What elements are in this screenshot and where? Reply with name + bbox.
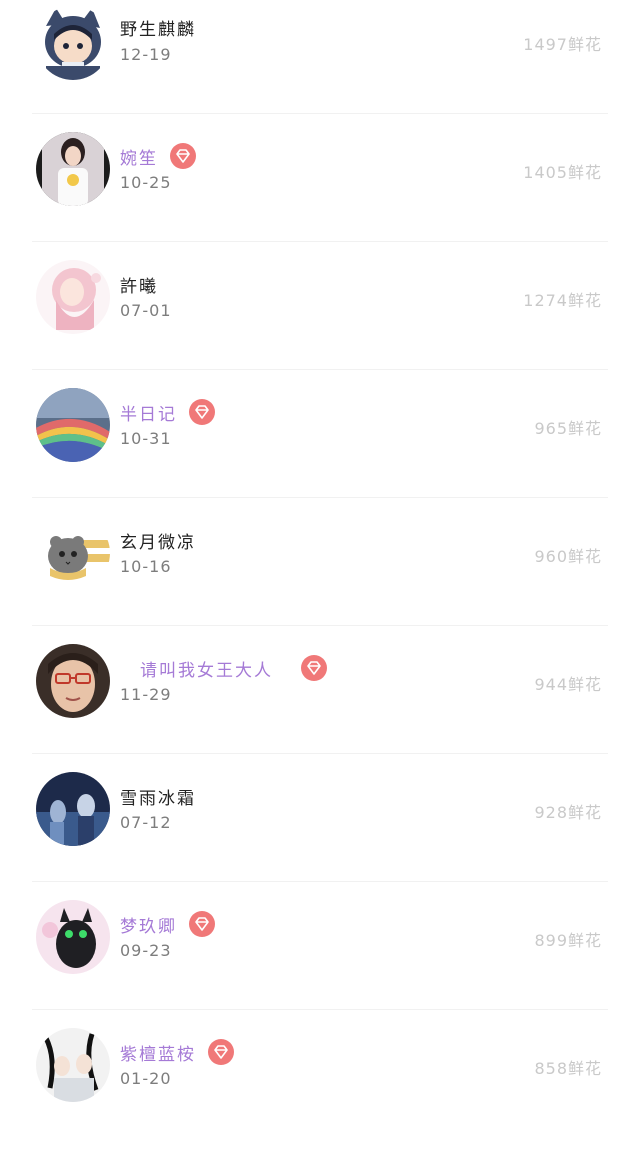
date-label: 07-12 bbox=[120, 813, 172, 832]
avatar[interactable] bbox=[36, 1028, 110, 1102]
user-name[interactable]: 玄月微凉 bbox=[120, 528, 196, 553]
flower-count: 1274鲜花 bbox=[523, 291, 602, 310]
user-name[interactable]: 紫檀蓝桉 bbox=[120, 1040, 196, 1065]
diamond-icon bbox=[189, 911, 215, 937]
date-label: 10-31 bbox=[120, 429, 172, 448]
date-label: 07-01 bbox=[120, 301, 172, 320]
divider bbox=[32, 881, 608, 882]
divider bbox=[32, 113, 608, 114]
user-name[interactable]: 許曦 bbox=[120, 272, 158, 297]
avatar[interactable] bbox=[36, 644, 110, 718]
list-item[interactable]: 玄月微凉 10-16 960鲜花 bbox=[0, 512, 640, 640]
diamond-icon bbox=[170, 143, 196, 169]
avatar[interactable] bbox=[36, 516, 110, 590]
divider bbox=[32, 1009, 608, 1010]
date-label: 09-23 bbox=[120, 941, 172, 960]
list-item[interactable]: 婉笙 10-25 1405鲜花 bbox=[0, 128, 640, 256]
divider bbox=[32, 625, 608, 626]
divider bbox=[32, 753, 608, 754]
avatar[interactable] bbox=[36, 388, 110, 462]
flower-count: 928鲜花 bbox=[534, 803, 602, 822]
list-item[interactable]: 紫檀蓝桉 01-20 858鲜花 bbox=[0, 1024, 640, 1152]
user-name[interactable]: 请叫我女王大人 bbox=[140, 656, 273, 681]
divider bbox=[32, 497, 608, 498]
flower-count: 965鲜花 bbox=[534, 419, 602, 438]
date-label: 10-16 bbox=[120, 557, 172, 576]
date-label: 12-19 bbox=[120, 45, 172, 64]
date-label: 10-25 bbox=[120, 173, 172, 192]
divider bbox=[32, 241, 608, 242]
user-name[interactable]: 半日记 bbox=[120, 400, 177, 425]
list-item[interactable]: 許曦 07-01 1274鲜花 bbox=[0, 256, 640, 384]
flower-count: 944鲜花 bbox=[534, 675, 602, 694]
avatar[interactable] bbox=[36, 132, 110, 206]
flower-count: 858鲜花 bbox=[534, 1059, 602, 1078]
divider bbox=[32, 369, 608, 370]
avatar[interactable] bbox=[36, 900, 110, 974]
list-item[interactable]: 野生麒麟 12-19 1497鲜花 bbox=[0, 0, 640, 128]
flower-count: 1405鲜花 bbox=[523, 163, 602, 182]
list-item[interactable]: 半日记 10-31 965鲜花 bbox=[0, 384, 640, 512]
diamond-icon bbox=[301, 655, 327, 681]
avatar[interactable] bbox=[36, 772, 110, 846]
date-label: 11-29 bbox=[120, 685, 172, 704]
user-name[interactable]: 梦玖卿 bbox=[120, 912, 177, 937]
flower-count: 960鲜花 bbox=[534, 547, 602, 566]
list-item[interactable]: 请叫我女王大人 11-29 944鲜花 bbox=[0, 640, 640, 768]
diamond-icon bbox=[208, 1039, 234, 1065]
date-label: 01-20 bbox=[120, 1069, 172, 1088]
user-name[interactable]: 野生麒麟 bbox=[120, 15, 196, 40]
avatar[interactable] bbox=[36, 6, 110, 80]
list-item[interactable]: 梦玖卿 09-23 899鲜花 bbox=[0, 896, 640, 1024]
flower-count: 1497鲜花 bbox=[523, 35, 602, 54]
user-name[interactable]: 雪雨冰霜 bbox=[120, 784, 196, 809]
user-name[interactable]: 婉笙 bbox=[120, 144, 158, 169]
flower-count: 899鲜花 bbox=[534, 931, 602, 950]
list-item[interactable]: 雪雨冰霜 07-12 928鲜花 bbox=[0, 768, 640, 896]
avatar[interactable] bbox=[36, 260, 110, 334]
diamond-icon bbox=[189, 399, 215, 425]
